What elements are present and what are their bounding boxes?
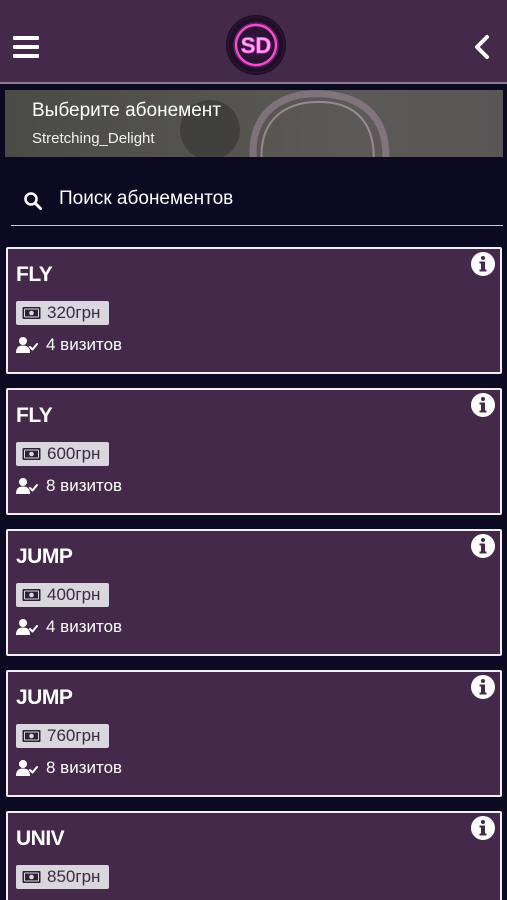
price-badge: 600грн bbox=[16, 442, 110, 466]
back-button[interactable] bbox=[469, 33, 495, 61]
money-icon bbox=[22, 448, 41, 460]
info-icon[interactable] bbox=[470, 533, 496, 559]
logo: SD bbox=[226, 15, 286, 75]
info-icon[interactable] bbox=[470, 815, 496, 841]
subscription-card[interactable]: FLY 600грн 8 визитов bbox=[6, 388, 502, 515]
price-text: 850грн bbox=[47, 867, 101, 886]
subscription-card[interactable]: UNIV 850грн bbox=[6, 811, 502, 900]
page-title: Выберите абонемент bbox=[32, 100, 221, 121]
user-check-icon bbox=[16, 619, 38, 635]
hamburger-icon-bar bbox=[13, 36, 39, 40]
money-icon bbox=[22, 730, 41, 742]
subscription-card[interactable]: JUMP 760грн 8 визитов bbox=[6, 670, 502, 797]
user-check-icon bbox=[16, 478, 38, 494]
search-input[interactable]: Поиск абонементов bbox=[59, 188, 233, 210]
search-icon bbox=[24, 192, 42, 210]
visits-count: 8 визитов bbox=[46, 758, 123, 777]
visits-count: 4 визитов bbox=[46, 335, 123, 354]
hamburger-icon-bar bbox=[13, 45, 39, 49]
subscription-title: FLY bbox=[16, 404, 53, 427]
price-badge: 760грн bbox=[16, 724, 110, 748]
visits-count: 8 визитов bbox=[46, 476, 123, 495]
price-text: 760грн bbox=[47, 726, 101, 745]
subscription-title: JUMP bbox=[16, 545, 73, 568]
info-icon[interactable] bbox=[470, 251, 496, 277]
subscription-title: FLY bbox=[16, 263, 53, 286]
logo-icon: SD bbox=[227, 16, 285, 74]
subscription-title: JUMP bbox=[16, 686, 73, 709]
visits-info: 4 визитов bbox=[16, 335, 122, 355]
price-text: 400грн bbox=[47, 585, 101, 604]
money-icon bbox=[22, 589, 41, 601]
money-icon bbox=[22, 871, 41, 883]
search-bar[interactable]: Поиск абонементов bbox=[11, 176, 503, 226]
visits-count: 4 визитов bbox=[46, 617, 123, 636]
price-text: 320грн bbox=[47, 303, 101, 322]
user-check-icon bbox=[16, 337, 38, 353]
price-badge: 850грн bbox=[16, 865, 110, 889]
menu-button[interactable] bbox=[13, 36, 39, 58]
app-screen: SD Выберите абонемент Stretching_Delight… bbox=[0, 0, 507, 900]
chevron-left-icon bbox=[475, 35, 489, 59]
studio-name: Stretching_Delight bbox=[32, 130, 155, 147]
hamburger-icon-bar bbox=[13, 54, 39, 58]
visits-info: 8 визитов bbox=[16, 758, 122, 778]
price-text: 600грн bbox=[47, 444, 101, 463]
page-banner: Выберите абонемент Stretching_Delight bbox=[5, 90, 503, 157]
subscription-title: UNIV bbox=[16, 827, 65, 850]
money-icon bbox=[22, 307, 41, 319]
price-badge: 400грн bbox=[16, 583, 110, 607]
subscription-card[interactable]: FLY 320грн 4 визитов bbox=[6, 247, 502, 374]
subscription-card[interactable]: JUMP 400грн 4 визитов bbox=[6, 529, 502, 656]
user-check-icon bbox=[16, 760, 38, 776]
info-icon[interactable] bbox=[470, 674, 496, 700]
logo-text: SD bbox=[241, 33, 272, 58]
visits-info: 8 визитов bbox=[16, 476, 122, 496]
info-icon[interactable] bbox=[470, 392, 496, 418]
visits-info: 4 визитов bbox=[16, 617, 122, 637]
top-bar: SD bbox=[0, 0, 507, 84]
price-badge: 320грн bbox=[16, 301, 110, 325]
